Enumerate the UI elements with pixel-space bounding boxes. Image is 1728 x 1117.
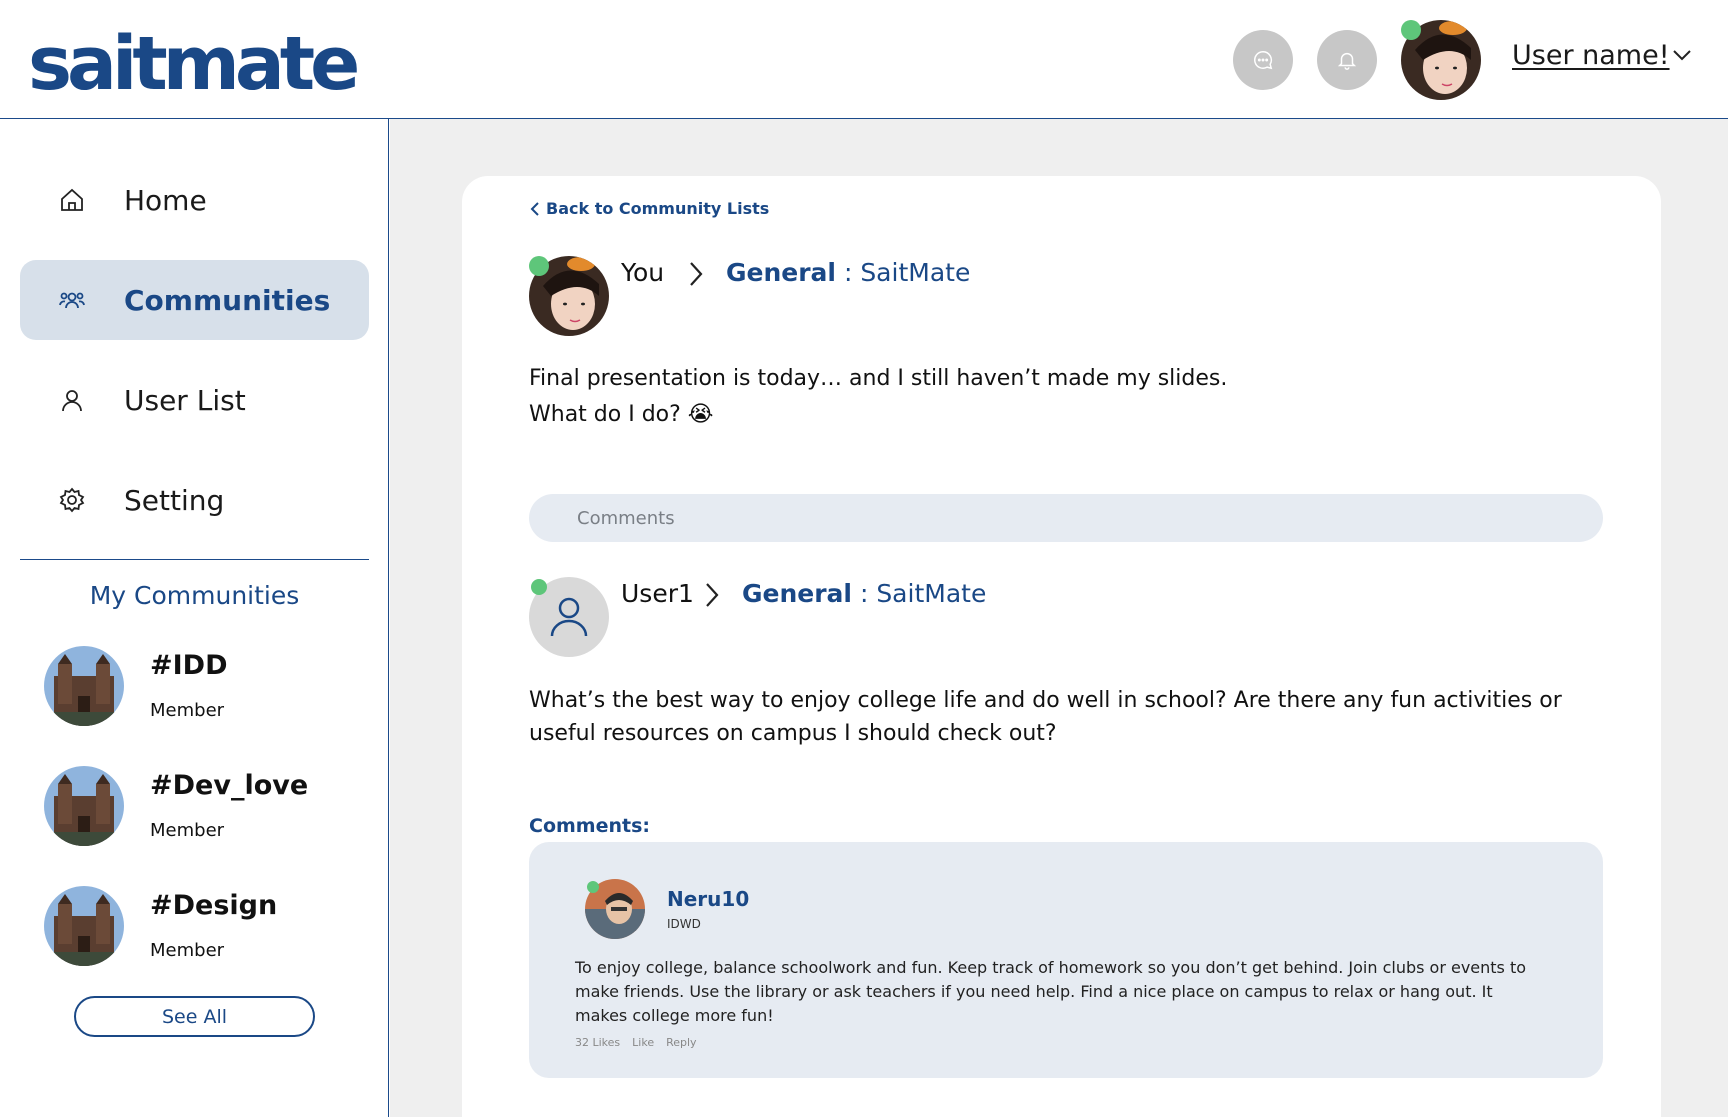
community-role: Member xyxy=(150,820,225,841)
commenter-community: IDWD xyxy=(667,917,701,931)
community-role: Member xyxy=(150,940,225,961)
post-body: Final presentation is today… and I still… xyxy=(529,361,1227,433)
gear-icon xyxy=(59,487,85,513)
chevron-right-icon xyxy=(690,262,703,286)
like-button[interactable]: Like xyxy=(632,1036,654,1049)
home-icon xyxy=(61,188,83,211)
user-icon xyxy=(62,390,82,412)
header-user-avatar[interactable] xyxy=(1401,20,1481,100)
channel-community: : SaitMate xyxy=(836,258,971,287)
channel-community: : SaitMate xyxy=(852,579,987,608)
messages-button[interactable] xyxy=(1233,30,1293,90)
top-header: saitmate User name! xyxy=(0,0,1728,119)
thread-channel[interactable]: General : SaitMate xyxy=(742,579,986,608)
thread-body: What’s the best way to enjoy college lif… xyxy=(529,688,1562,746)
sidebar-item-label: Home xyxy=(124,183,207,217)
back-to-community-lists-link[interactable]: Back to Community Lists xyxy=(530,199,769,218)
back-link-label: Back to Community Lists xyxy=(546,199,770,218)
comments-heading: Comments: xyxy=(529,815,650,837)
community-image xyxy=(44,766,124,846)
sidebar-item-label: Communities xyxy=(124,283,331,317)
post-author-name[interactable]: You xyxy=(621,258,664,287)
channel-name: General xyxy=(742,579,852,608)
online-status-dot xyxy=(531,579,547,595)
community-name: #Dev_love xyxy=(150,770,309,801)
see-all-button[interactable]: See All xyxy=(74,996,315,1037)
user-name-menu[interactable]: User name! xyxy=(1512,40,1670,71)
sidebar-item-user-list[interactable]: User List xyxy=(20,360,369,440)
online-status-dot xyxy=(529,256,549,276)
chevron-left-icon xyxy=(530,201,539,216)
users-icon xyxy=(59,292,85,309)
post-channel[interactable]: General : SaitMate xyxy=(726,258,970,287)
comment-card: Neru10 IDWD To enjoy college, balance sc… xyxy=(529,842,1603,1078)
comment-meta: 32 Likes Like Reply xyxy=(575,1036,697,1049)
comment-input[interactable]: Comments xyxy=(529,494,1603,542)
community-item-idd[interactable]: #IDD Member xyxy=(44,646,364,728)
notifications-button[interactable] xyxy=(1317,30,1377,90)
online-status-dot xyxy=(587,881,599,893)
community-name: #Design xyxy=(150,890,278,921)
post-author-avatar[interactable] xyxy=(529,256,609,336)
comment-input-placeholder: Comments xyxy=(577,507,675,529)
thread-author-avatar[interactable] xyxy=(529,577,609,657)
thread-author-name[interactable]: User1 xyxy=(621,579,694,608)
community-image xyxy=(44,886,124,966)
reply-button[interactable]: Reply xyxy=(666,1036,696,1049)
commenter-avatar[interactable] xyxy=(585,879,645,939)
chevron-down-icon[interactable] xyxy=(1672,48,1692,62)
sidebar-item-label: Setting xyxy=(124,483,225,517)
sidebar-divider xyxy=(20,559,369,560)
likes-count: 32 Likes xyxy=(575,1036,621,1049)
sidebar-item-setting[interactable]: Setting xyxy=(20,460,369,540)
community-role: Member xyxy=(150,700,225,721)
post-body-line: What do I do? 😭 xyxy=(529,402,714,427)
bell-icon xyxy=(1337,52,1357,70)
community-name: #IDD xyxy=(150,650,228,681)
chat-icon xyxy=(1254,51,1273,70)
sidebar-item-home[interactable]: Home xyxy=(20,160,369,240)
channel-name: General xyxy=(726,258,836,287)
community-item-dev-love[interactable]: #Dev_love Member xyxy=(44,766,364,848)
community-image xyxy=(44,646,124,726)
post-body-line: Final presentation is today… and I still… xyxy=(529,366,1228,391)
my-communities-title: My Communities xyxy=(89,581,300,610)
chevron-right-icon xyxy=(706,583,719,607)
sidebar-item-communities[interactable]: Communities xyxy=(20,260,369,340)
community-item-design[interactable]: #Design Member xyxy=(44,886,364,968)
sidebar: Home Communities User List Setting My Co… xyxy=(0,119,389,1117)
sidebar-item-label: User List xyxy=(124,383,246,417)
commenter-name[interactable]: Neru10 xyxy=(667,887,749,911)
saitmate-logo[interactable]: saitmate xyxy=(28,22,360,106)
online-status-dot xyxy=(1401,20,1421,40)
comment-text: To enjoy college, balance schoolwork and… xyxy=(575,958,1527,1025)
user-icon xyxy=(550,597,588,637)
